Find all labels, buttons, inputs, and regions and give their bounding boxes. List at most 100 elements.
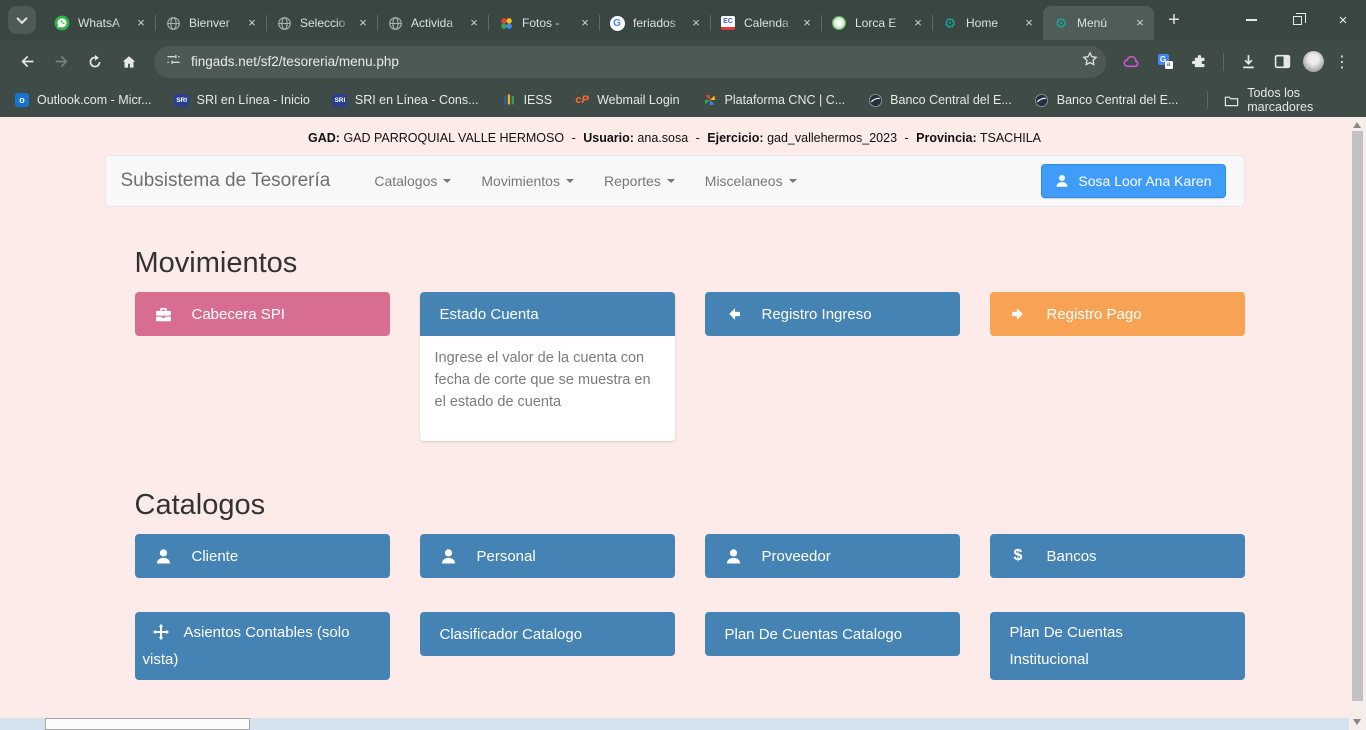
site-info-icon[interactable]: [166, 52, 181, 72]
vertical-scroll-thumb[interactable]: [1352, 131, 1363, 701]
ejercicio-label: Ejercicio:: [707, 131, 763, 145]
scroll-up-arrow[interactable]: [1353, 122, 1361, 128]
cliente-button[interactable]: Cliente: [135, 534, 390, 578]
back-button[interactable]: [12, 47, 42, 77]
asientos-contables-button[interactable]: Asientos Contables (solo vista): [135, 612, 390, 680]
lorca-icon: [831, 15, 847, 31]
extensions-puzzle-icon[interactable]: [1184, 47, 1214, 77]
tab-actividades[interactable]: Activida ×: [377, 6, 488, 40]
tab-close-icon[interactable]: ×: [133, 15, 149, 31]
bookmark-star-icon[interactable]: [1082, 51, 1098, 72]
scroll-down-arrow[interactable]: [1353, 719, 1361, 725]
bookmark-sri-inicio[interactable]: SRI SRI en Línea - Inicio: [174, 92, 310, 108]
reload-button[interactable]: [80, 47, 110, 77]
movimientos-title: Movimientos: [135, 247, 1245, 280]
personal-button[interactable]: Personal: [420, 534, 675, 578]
forward-button[interactable]: [46, 47, 76, 77]
vertical-scrollbar: [1349, 117, 1366, 730]
caret-down-icon: [667, 179, 675, 183]
bookmark-label: Webmail Login: [597, 93, 679, 107]
cpanel-icon: cP: [574, 92, 590, 108]
close-window-button[interactable]: ×: [1320, 0, 1366, 40]
toolbar-divider: [1223, 53, 1224, 71]
whatsapp-icon: [54, 15, 70, 31]
gad-label: GAD:: [308, 131, 340, 145]
minimize-icon: [1246, 19, 1257, 21]
tab-close-icon[interactable]: ×: [1132, 15, 1148, 31]
estado-cuenta-button[interactable]: Estado Cuenta: [420, 292, 675, 336]
proveedor-button[interactable]: Proveedor: [705, 534, 960, 578]
tab-lorca[interactable]: Lorca E ×: [821, 6, 932, 40]
nav-catalogos[interactable]: Catalogos: [359, 156, 466, 206]
tab-seleccion[interactable]: Seleccio ×: [266, 6, 377, 40]
window-controls: ×: [1228, 0, 1366, 40]
nav-miscelaneos[interactable]: Miscelaneos: [690, 156, 812, 206]
nav-movimientos[interactable]: Movimientos: [466, 156, 589, 206]
registro-ingreso-button[interactable]: Registro Ingreso: [705, 292, 960, 336]
tab-close-icon[interactable]: ×: [1021, 15, 1037, 31]
bookmark-cnc[interactable]: Plataforma CNC | C...: [702, 92, 846, 108]
outlook-icon: o: [14, 92, 30, 108]
tab-bienvenido[interactable]: Bienver ×: [155, 6, 266, 40]
button-label: Bancos: [1047, 548, 1097, 565]
home-button[interactable]: [114, 47, 144, 77]
download-icon[interactable]: [1233, 47, 1263, 77]
url-text[interactable]: fingads.net/sf2/tesoreria/menu.php: [191, 54, 1082, 69]
briefcase-icon: [155, 306, 172, 323]
restore-button[interactable]: [1274, 0, 1320, 40]
cabecera-spi-button[interactable]: Cabecera SPI: [135, 292, 390, 336]
tab-close-icon[interactable]: ×: [355, 15, 371, 31]
browser-menu-icon[interactable]: ⋮: [1328, 52, 1356, 72]
bookmark-webmail[interactable]: cP Webmail Login: [574, 92, 679, 108]
arrow-right-icon: [1010, 306, 1027, 323]
tab-fotos[interactable]: Fotos - ×: [488, 6, 599, 40]
tabs: WhatsA × Bienver × Seleccio × Activida ×…: [44, 6, 1154, 40]
bookmark-banco-central-2[interactable]: Banco Central del E...: [1034, 92, 1179, 108]
horizontal-scroll-thumb[interactable]: [45, 718, 250, 730]
nav-reportes[interactable]: Reportes: [589, 156, 690, 206]
catalogos-title: Catalogos: [135, 489, 1245, 522]
tab-close-icon[interactable]: ×: [244, 15, 260, 31]
registro-pago-button[interactable]: Registro Pago: [990, 292, 1245, 336]
navbar-brand[interactable]: Subsistema de Tesorería: [106, 170, 346, 192]
new-tab-button[interactable]: +: [1160, 6, 1188, 34]
button-label: Registro Pago: [1047, 306, 1142, 323]
clasificador-catalogo-button[interactable]: Clasificador Catalogo: [420, 612, 675, 656]
address-bar[interactable]: fingads.net/sf2/tesoreria/menu.php: [154, 46, 1106, 78]
tab-close-icon[interactable]: ×: [799, 15, 815, 31]
profile-avatar[interactable]: [1303, 51, 1324, 72]
tab-label: Bienver: [189, 16, 240, 30]
tab-feriados[interactable]: G feriados ×: [599, 6, 710, 40]
bookmark-label: SRI en Línea - Cons...: [355, 93, 479, 107]
tab-home[interactable]: ⚙ Home ×: [932, 6, 1043, 40]
user-button[interactable]: Sosa Loor Ana Karen: [1041, 164, 1225, 198]
bancos-button[interactable]: $ Bancos: [990, 534, 1245, 578]
tab-search-button[interactable]: [8, 6, 36, 34]
tab-menu[interactable]: ⚙ Menú ×: [1043, 6, 1154, 40]
bookmark-iess[interactable]: IESS: [501, 92, 553, 108]
tab-close-icon[interactable]: ×: [466, 15, 482, 31]
translate-icon[interactable]: Ga: [1150, 47, 1180, 77]
tab-close-icon[interactable]: ×: [910, 15, 926, 31]
side-panel-icon[interactable]: [1267, 47, 1297, 77]
plan-cuentas-catalogo-button[interactable]: Plan De Cuentas Catalogo: [705, 612, 960, 656]
tab-close-icon[interactable]: ×: [577, 15, 593, 31]
bookmark-label: Outlook.com - Micr...: [37, 93, 152, 107]
minimize-button[interactable]: [1228, 0, 1274, 40]
tab-calendario[interactable]: EC Calenda ×: [710, 6, 821, 40]
bookmark-outlook[interactable]: o Outlook.com - Micr...: [14, 92, 152, 108]
horizontal-scrollbar: [0, 718, 1349, 730]
tab-whatsapp[interactable]: WhatsA ×: [44, 6, 155, 40]
movimientos-grid: Cabecera SPI Estado Cuenta Ingrese el va…: [135, 292, 1245, 441]
tab-close-icon[interactable]: ×: [688, 15, 704, 31]
plan-cuentas-institucional-button[interactable]: Plan De Cuentas Institucional: [990, 612, 1245, 680]
globe-icon: [276, 15, 292, 31]
catalogos-grid-row1: Cliente Personal Proveedor $ Bancos: [135, 534, 1245, 578]
cloud-extension-icon[interactable]: [1116, 47, 1146, 77]
bookmark-banco-central-1[interactable]: Banco Central del E...: [867, 92, 1012, 108]
user-button-label: Sosa Loor Ana Karen: [1078, 173, 1211, 189]
tab-label: Fotos -: [522, 16, 573, 30]
all-bookmarks-button[interactable]: Todos los marcadores: [1200, 86, 1352, 114]
bookmark-sri-consultas[interactable]: SRI SRI en Línea - Cons...: [332, 92, 479, 108]
dark-globe-icon: [1034, 92, 1050, 108]
